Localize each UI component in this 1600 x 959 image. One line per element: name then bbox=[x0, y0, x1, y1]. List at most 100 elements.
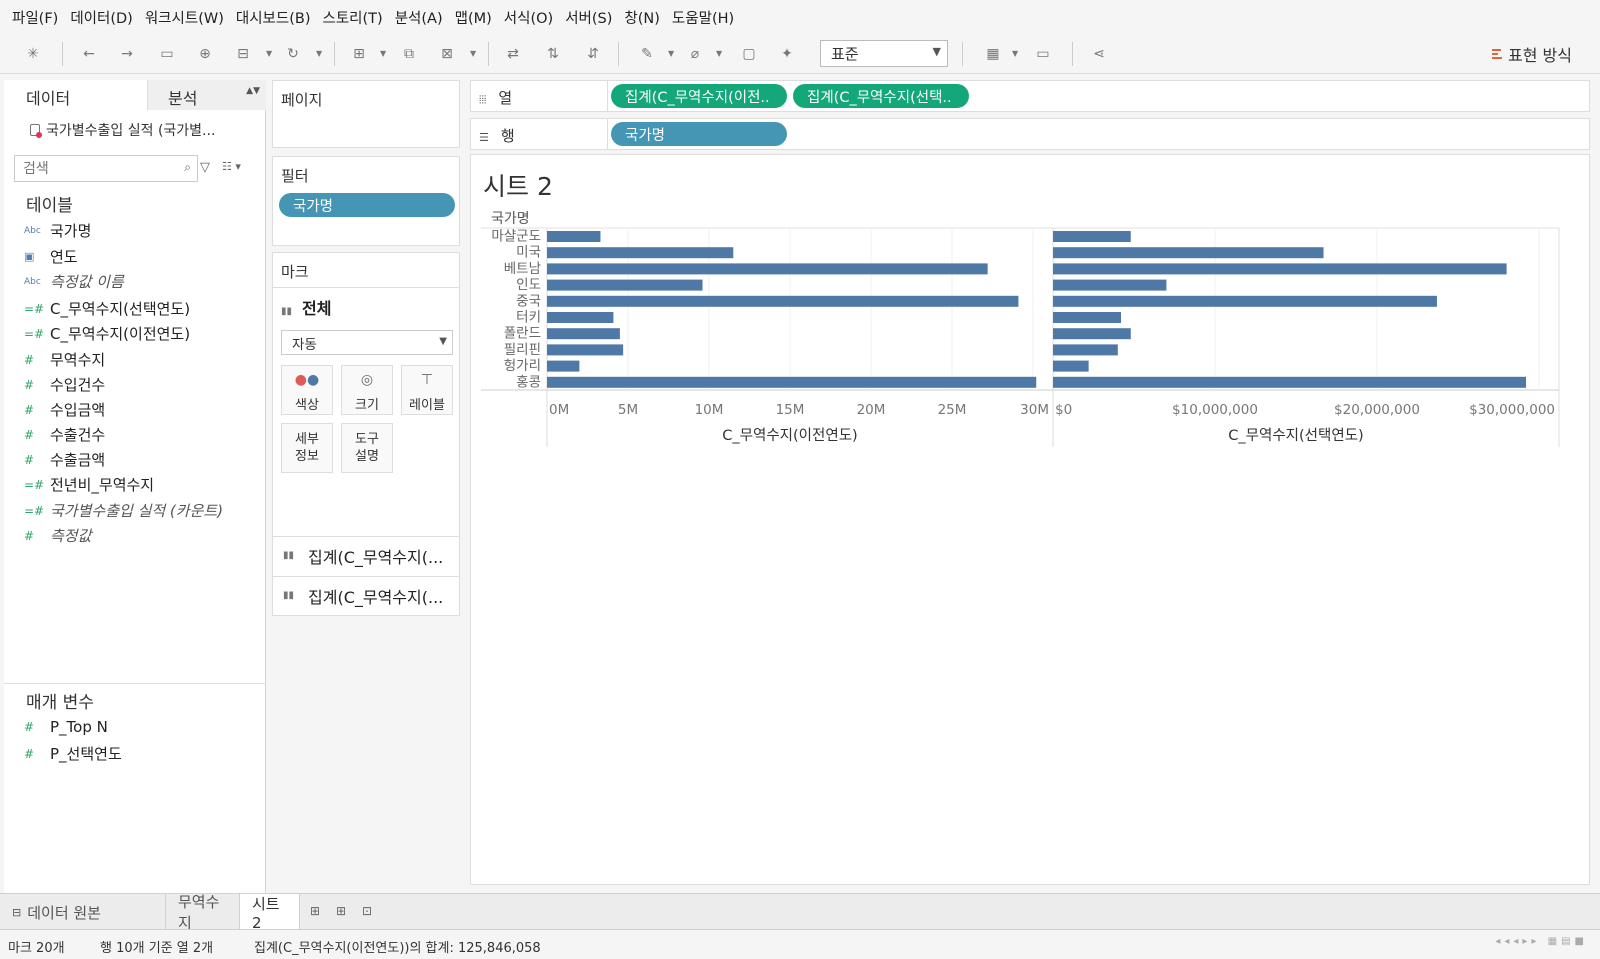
number-type-icon: # bbox=[24, 377, 35, 392]
menu-item[interactable]: 워크시트(W) bbox=[139, 7, 230, 28]
number-type-icon: # bbox=[24, 427, 35, 442]
parameter-item[interactable]: # P_선택연도 bbox=[24, 743, 122, 764]
row-pill[interactable]: 국가명 bbox=[611, 122, 787, 146]
menu-item[interactable]: 맵(M) bbox=[449, 7, 498, 28]
calculated-number-icon: =# bbox=[24, 503, 45, 518]
pause-updates-icon[interactable]: ⊟ bbox=[232, 44, 254, 64]
chevron-down-icon[interactable]: ▼ bbox=[1012, 44, 1020, 64]
highlight-icon[interactable]: ✎ bbox=[636, 44, 658, 64]
parameter-item[interactable]: # P_Top N bbox=[24, 718, 108, 736]
menu-item[interactable]: 분석(A) bbox=[389, 7, 449, 28]
pane-tabs: 데이터 분석 ▲▼ bbox=[4, 80, 266, 110]
undo-icon[interactable]: ← bbox=[78, 44, 100, 64]
tab-datasource[interactable]: ⊟ 데이터 원본 bbox=[0, 894, 166, 930]
new-datasource-icon[interactable]: ⊕ bbox=[194, 44, 216, 64]
menu-item[interactable]: 서버(S) bbox=[559, 7, 618, 28]
color-button[interactable]: ●● 색상 bbox=[281, 365, 333, 415]
field-item[interactable]: # 수입건수 bbox=[24, 374, 105, 395]
clear-sheet-icon[interactable]: ⊠ bbox=[436, 44, 458, 64]
chevron-down-icon[interactable]: ▼ bbox=[668, 44, 676, 64]
refresh-icon[interactable]: ↻ bbox=[282, 44, 304, 64]
field-item[interactable]: # 무역수지 bbox=[24, 349, 105, 370]
field-item[interactable]: Abc 측정값 이름 bbox=[24, 271, 124, 292]
menu-item[interactable]: 서식(O) bbox=[498, 7, 559, 28]
share-icon[interactable]: ⋖ bbox=[1088, 44, 1110, 64]
show-cards-icon[interactable]: ▦ bbox=[982, 44, 1004, 64]
presentation-mode-icon[interactable]: ▭ bbox=[1032, 44, 1054, 64]
label-button[interactable]: ⊤ 레이블 bbox=[401, 365, 453, 415]
columns-shelf[interactable]: ⦙⦙⦙ 열 집계(C_무역수지(이전.. 집계(C_무역수지(선택.. bbox=[470, 80, 1590, 112]
filters-card[interactable]: 필터 국가명 bbox=[272, 156, 460, 246]
fit-dropdown[interactable]: 표준 ▼ bbox=[820, 40, 948, 67]
toolbar-separator bbox=[334, 42, 335, 66]
search-box[interactable]: ⌕ bbox=[14, 155, 198, 182]
menu-item[interactable]: 창(N) bbox=[618, 7, 666, 28]
size-button[interactable]: ◎ 크기 bbox=[341, 365, 393, 415]
column-pill-previous[interactable]: 집계(C_무역수지(이전.. bbox=[611, 84, 787, 108]
data-pane: 데이터 분석 ▲▼ 국가별수출입 실적 (국가별... ⌕ ▽ ☷ ▾ 테이블 … bbox=[4, 80, 266, 893]
column-pill-selected[interactable]: 집계(C_무역수지(선택.. bbox=[793, 84, 969, 108]
tooltip-button[interactable]: 도구 설명 bbox=[341, 423, 393, 473]
menu-item[interactable]: 도움말(H) bbox=[666, 7, 740, 28]
chevron-down-icon[interactable]: ▼ bbox=[316, 44, 324, 64]
search-input[interactable] bbox=[23, 160, 173, 177]
filter-pill[interactable]: 국가명 bbox=[279, 193, 455, 217]
field-item[interactable]: Abc 국가명 bbox=[24, 220, 91, 241]
rows-shelf[interactable]: ☰ 행 국가명 bbox=[470, 118, 1590, 150]
new-dashboard-icon[interactable]: ⊞ bbox=[336, 904, 346, 918]
color-label: 색상 bbox=[295, 398, 319, 413]
field-item[interactable]: =# 전년비_무역수지 bbox=[24, 474, 154, 495]
new-story-icon[interactable]: ⊡ bbox=[362, 904, 372, 918]
save-icon[interactable]: ▭ bbox=[156, 44, 178, 64]
view-options-icon[interactable]: ☷ ▾ bbox=[222, 160, 241, 173]
size-icon: ◎ bbox=[360, 372, 374, 388]
detail-button[interactable]: 세부 정보 bbox=[281, 423, 333, 473]
menu-item[interactable]: 데이터(D) bbox=[64, 7, 139, 28]
field-item[interactable]: =# C_무역수지(선택연도) bbox=[24, 298, 190, 319]
tables-heading: 테이블 bbox=[26, 196, 73, 216]
menu-item[interactable]: 스토리(T) bbox=[316, 7, 388, 28]
menu-item[interactable]: 대시보드(B) bbox=[230, 7, 317, 28]
marks-all-row[interactable]: ▮▮ 전체 bbox=[281, 295, 331, 319]
group-icon[interactable]: ⌀ bbox=[684, 44, 706, 64]
field-item[interactable]: # 수입금액 bbox=[24, 399, 105, 420]
tab-analysis[interactable]: 분석 ▲▼ bbox=[148, 80, 266, 110]
sort-ascending-icon[interactable]: ⇅ bbox=[542, 44, 564, 64]
marks-measure-row[interactable]: ▮▮ 집계(C_무역수지(... bbox=[273, 576, 459, 614]
page-nav-icons[interactable]: ◂◂◂▸▸ ▦▤■ bbox=[1495, 936, 1588, 947]
tab-data[interactable]: 데이터 bbox=[4, 80, 148, 110]
show-labels-icon[interactable]: ▢ bbox=[738, 44, 760, 64]
field-item[interactable]: # 수출금액 bbox=[24, 449, 105, 470]
tab-sheet-2[interactable]: 시트 2 bbox=[240, 894, 300, 932]
sort-descending-icon[interactable]: ⇵ bbox=[582, 44, 604, 64]
pin-icon[interactable]: ✦ bbox=[776, 44, 798, 64]
bar bbox=[547, 263, 988, 275]
chevron-down-icon[interactable]: ▼ bbox=[470, 44, 478, 64]
field-item[interactable]: # 수출건수 bbox=[24, 424, 105, 445]
menu-item[interactable]: 파일(F) bbox=[6, 7, 64, 28]
redo-icon[interactable]: → bbox=[116, 44, 138, 64]
tab-trade-balance[interactable]: 무역수지 bbox=[166, 893, 240, 932]
new-sheet-icon[interactable]: ⊞ bbox=[348, 44, 370, 64]
chevron-down-icon[interactable]: ▼ bbox=[266, 44, 274, 64]
field-item[interactable]: ▣ 연도 bbox=[24, 246, 78, 267]
show-me-button[interactable]: 표현 방식 bbox=[1492, 42, 1572, 66]
filter-icon[interactable]: ▽ bbox=[200, 160, 210, 175]
shelf-separator bbox=[607, 119, 608, 149]
duplicate-icon[interactable]: ⧉ bbox=[398, 44, 420, 64]
tableau-logo-icon[interactable]: ✳ bbox=[22, 44, 44, 64]
field-item[interactable]: =# C_무역수지(이전연도) bbox=[24, 323, 190, 344]
new-worksheet-icon[interactable]: ⊞ bbox=[310, 904, 320, 918]
marks-measure-label: 집계(C_무역수지(... bbox=[308, 547, 444, 567]
chevron-down-icon[interactable]: ▼ bbox=[380, 44, 388, 64]
pages-card[interactable]: 페이지 bbox=[272, 80, 460, 148]
mark-type-dropdown[interactable]: 자동 ▼ bbox=[281, 330, 453, 355]
datasource-item[interactable]: 국가별수출입 실적 (국가별... bbox=[30, 120, 215, 140]
marks-measure-row[interactable]: ▮▮ 집계(C_무역수지(... bbox=[273, 536, 459, 574]
number-type-icon: # bbox=[24, 746, 35, 761]
swap-icon[interactable]: ⇄ bbox=[502, 44, 524, 64]
field-item[interactable]: # 측정값 bbox=[24, 525, 91, 546]
bar bbox=[547, 231, 601, 242]
field-item[interactable]: =# 국가별수출입 실적 (카운트) bbox=[24, 500, 223, 521]
chevron-down-icon[interactable]: ▼ bbox=[716, 44, 724, 64]
